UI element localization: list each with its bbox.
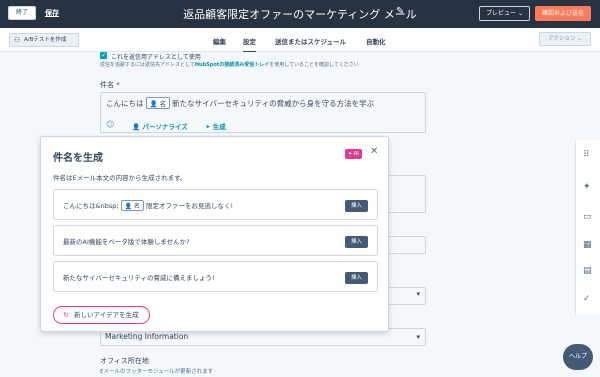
suggestion-text: 新たなサイバーセキュリティの脅威に備えましょう!: [63, 274, 215, 282]
suggestion-text: 最新のAI機能をベータ版で体験しませんか?: [63, 238, 190, 246]
chevron-down-icon: ▾: [416, 333, 420, 341]
sparkle-icon[interactable]: ✦: [583, 182, 591, 192]
help-button[interactable]: ヘルプ: [563, 344, 593, 370]
ai-badge: ✦ AI: [345, 149, 362, 159]
suggestion-item[interactable]: 新たなサイバーセキュリティの脅威に備えましょう! 挿入: [53, 261, 378, 292]
reply-address-checkbox[interactable]: ✓: [100, 52, 107, 59]
pencil-icon[interactable]: ✎: [396, 6, 404, 17]
popover-description: 件名はEメール本文の内容から生成されます。: [53, 174, 187, 182]
office-location-label: オフィス所在地: [100, 357, 149, 365]
review-send-button[interactable]: 確認および送信: [535, 6, 591, 21]
create-ab-test-button[interactable]: ⚇ A/Bテストを作成: [9, 33, 79, 47]
tab-settings[interactable]: 設定: [243, 36, 256, 53]
personalize-button[interactable]: 👤 パーソナライズ: [132, 121, 188, 131]
tab-edit[interactable]: 編集: [213, 36, 226, 46]
emoji-icon[interactable]: ☺: [106, 120, 114, 129]
generate-button[interactable]: ✦ 生成: [205, 121, 226, 131]
calendar-icon[interactable]: ▦: [583, 240, 592, 250]
insert-button[interactable]: 挿入: [345, 236, 368, 248]
preview-button[interactable]: プレビュー ⌄: [479, 6, 530, 21]
subject-label: 件名 *: [100, 81, 120, 89]
suggestion-item[interactable]: こんにちは&nbsp; 👤 名限定オファーをお見逃しなく! 挿入: [53, 189, 378, 220]
insert-button[interactable]: 挿入: [345, 272, 368, 284]
subject-input[interactable]: こんにちは 👤 名新たなサイバーセキュリティの脅威から身を守る方法を学ぶ ☺ 👤 …: [100, 92, 426, 133]
office-location-hint: Eメールのフッターモジュールが更新されます: [100, 369, 214, 375]
popover-title: 件名を生成: [53, 153, 103, 164]
close-icon[interactable]: ✕: [370, 146, 378, 157]
reply-address-label: これを返信用アドレスとして使用: [111, 54, 201, 61]
check-icon[interactable]: ✓: [583, 294, 591, 304]
suggestion-text: こんにちは&nbsp; 👤 名限定オファーをお見逃しなく!: [63, 200, 234, 211]
ab-test-icon: ⚇: [14, 36, 21, 44]
chevron-down-icon: ▾: [416, 290, 420, 298]
subscription-value: Marketing Information: [105, 332, 189, 341]
tab-automation[interactable]: 自動化: [366, 36, 386, 46]
first-name-token[interactable]: 👤 名: [145, 97, 171, 109]
new-ideas-label: 新しいアイデアを生成: [74, 311, 139, 319]
suggestion-item[interactable]: 最新のAI機能をベータ版で体験しませんか? 挿入: [53, 225, 378, 256]
connected-inbox-link[interactable]: HubSpotの接続済み受信トレイ: [195, 62, 269, 68]
generate-subject-popover: 件名を生成 ✦ AI ✕ 件名はEメール本文の内容から生成されます。 こんにちは…: [40, 136, 389, 332]
grid-icon[interactable]: ⠿: [583, 150, 590, 160]
generate-new-ideas-button[interactable]: ↻ 新しいアイデアを生成: [53, 306, 150, 324]
actions-button[interactable]: アクション ⌄: [539, 32, 591, 46]
comment-icon[interactable]: ▭: [583, 212, 592, 222]
insert-button[interactable]: 挿入: [345, 200, 368, 212]
right-sidebar: ⠿ ✦ ▭ ▦ ▤ ✓: [575, 140, 600, 315]
reply-hint: 返信を追跡するには返信先アドレスとしてHubSpotの接続済み受信トレイを使用し…: [100, 62, 359, 68]
first-name-token: 👤 名: [120, 200, 144, 211]
tab-bar: ⚇ A/Bテストを作成 編集 設定 送信またはスケジュール 自動化 アクション …: [0, 28, 600, 53]
top-bar: 終了 保存 返品顧客限定オファーのマーケティング メール ✎ プレビュー ⌄ 確…: [0, 0, 600, 28]
tab-send-schedule[interactable]: 送信またはスケジュール: [275, 36, 346, 46]
schedule-icon[interactable]: ▤: [583, 266, 592, 276]
ab-test-label: A/Bテストを作成: [24, 37, 67, 43]
subject-text: こんにちは 👤 名新たなサイバーセキュリティの脅威から身を守る方法を学ぶ: [106, 97, 375, 109]
refresh-icon: ↻: [63, 311, 69, 319]
